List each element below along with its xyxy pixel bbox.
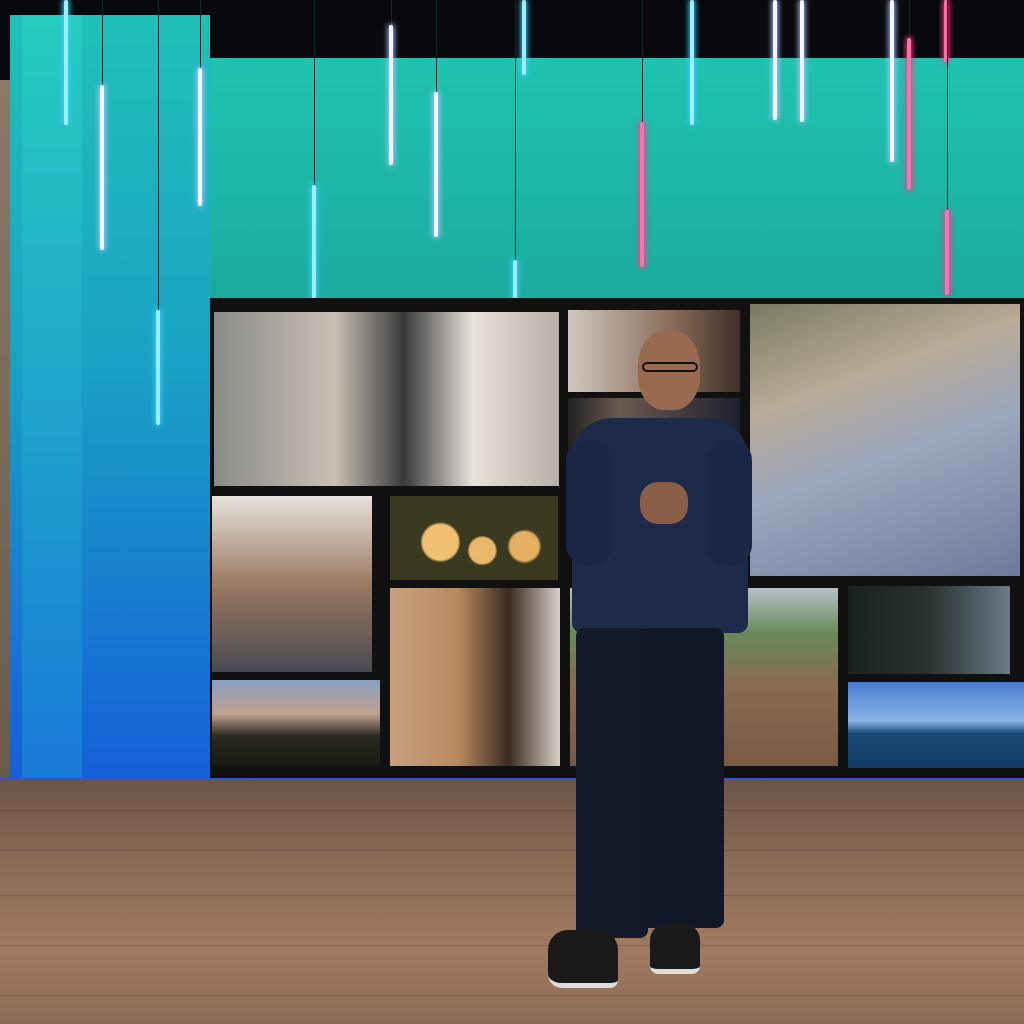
photo-fruit-closeup (390, 496, 558, 580)
tube-wire (157, 0, 159, 310)
neon-tube-pink (945, 210, 949, 295)
photo-tree-sunset (212, 680, 380, 766)
wooden-stage-floor (0, 780, 1024, 1024)
tube-wire (435, 0, 437, 92)
neon-tube-pink (640, 122, 644, 267)
photo-office-team (214, 312, 559, 486)
tube-wire (199, 0, 201, 68)
presenter-glasses (642, 362, 698, 372)
tube-wire (390, 0, 392, 25)
photo-solar-worker (750, 304, 1020, 576)
neon-tube-white (198, 68, 202, 206)
tube-wire (908, 0, 910, 38)
neon-tube-white (773, 0, 777, 120)
tube-wire (514, 0, 516, 260)
presenter-left-shoe (548, 930, 618, 988)
presenter-right-leg (640, 628, 724, 928)
neon-tube-blue (312, 185, 316, 300)
neon-tube-blue (513, 260, 517, 300)
neon-tube-white (389, 25, 393, 165)
photo-datacenter (848, 586, 1010, 674)
presenter-hands (640, 482, 688, 524)
neon-tube-blue (156, 310, 160, 425)
presenter-right-shoe (650, 924, 700, 974)
neon-tube-blue (690, 0, 694, 125)
presenter-left-leg (576, 628, 648, 938)
neon-tube-white (890, 0, 894, 162)
tube-wire (101, 0, 103, 85)
photo-wind-turbines (848, 682, 1024, 768)
neon-tube-white (434, 92, 438, 237)
photo-masked-people (390, 588, 560, 766)
panel-edge (22, 15, 82, 780)
tube-wire (641, 0, 643, 122)
neon-tube-pink (907, 38, 911, 190)
presenter-left-arm (566, 440, 612, 565)
neon-tube-white (100, 85, 104, 250)
tube-wire (313, 0, 315, 185)
photo-students-laptop (212, 496, 372, 672)
neon-tube-blue (522, 0, 526, 75)
neon-tube-white (800, 0, 804, 122)
tube-wire (946, 0, 948, 210)
presenter-right-arm (706, 440, 752, 565)
neon-tube-blue (64, 0, 68, 125)
